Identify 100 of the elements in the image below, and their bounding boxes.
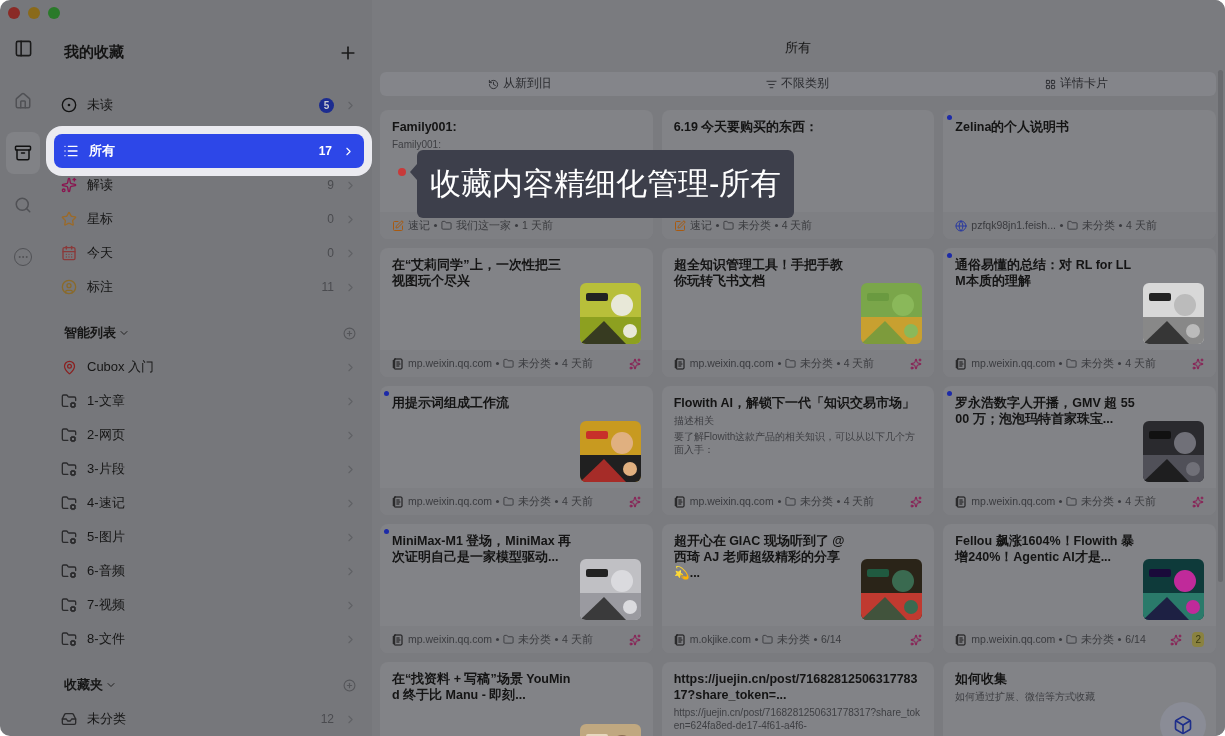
folder-label: 未分类 — [518, 355, 552, 371]
source-label: 速记 — [408, 217, 430, 233]
card-title: 超开心在 GIAC 现场听到了 @ 西琦 AJ 老师超级精彩的分享💫... — [673, 533, 846, 581]
zoom-button[interactable] — [48, 7, 60, 19]
item-card[interactable]: 超开心在 GIAC 现场听到了 @ 西琦 AJ 老师超级精彩的分享💫... m.okjike.com 未分类 6/14 — [661, 524, 935, 653]
item-card[interactable]: MiniMax-M1 登场，MiniMax 再次证明自己是一家模型驱动... mp.weixin.qq.com 未分类 4 天前 — [380, 524, 653, 653]
folder-label: 未分类 — [1081, 493, 1115, 509]
time-label: 4 天前 — [843, 355, 875, 371]
radio-icon — [61, 97, 77, 113]
add-icon[interactable] — [343, 678, 356, 692]
source-label: mp.weixin.qq.com — [408, 355, 493, 371]
card-snippet: Family001: — [392, 138, 442, 151]
star-icon — [61, 211, 77, 227]
sparkle-icon — [61, 177, 77, 193]
item-card[interactable]: 罗永浩数字人开播，GMV 超 5500 万；泡泡玛特首家珠宝... mp.weixin.qq.com 未分类 4 天前 — [943, 386, 1216, 515]
grid-icon — [1045, 78, 1057, 90]
item-label: 所有 — [89, 142, 116, 161]
card-title: 在“艾莉同学”上，一次性把三视图玩个尽兴 — [392, 257, 562, 289]
calendar-icon — [61, 245, 77, 261]
article-icon — [673, 357, 686, 370]
folder-icon — [61, 529, 77, 545]
article-icon — [392, 495, 404, 508]
sidebar-item[interactable]: 8-文件 — [52, 622, 366, 656]
sidebar-item[interactable]: 7-视频 — [52, 588, 366, 622]
archive-icon[interactable] — [6, 132, 40, 174]
note-icon — [673, 219, 686, 232]
card-title: 在“找资料 + 写稿”场景 YouMind 终于比 Manu - 即刻... — [392, 671, 572, 703]
toolbar-button[interactable]: 从新到旧 — [380, 72, 659, 96]
toolbar-button[interactable]: 不限类别 — [658, 72, 938, 96]
folder-label: 未分类 — [518, 493, 552, 509]
sidebar-title: 我的收藏 — [64, 42, 125, 63]
folder-label: 未分类 — [737, 217, 771, 233]
card-title: Flowith AI，解锁下一代「知识交易市场」 — [673, 395, 916, 411]
source-label: mp.weixin.qq.com — [971, 493, 1056, 509]
card-title: 用提示词组成工作流 — [392, 395, 510, 411]
source-label: mp.weixin.qq.com — [689, 493, 774, 509]
article-icon — [955, 633, 968, 646]
card-title: 通俗易懂的总结：对 RL for LLM本质的理解 — [955, 257, 1133, 289]
history-icon — [487, 78, 499, 90]
folder-icon — [784, 358, 796, 369]
highlight-count: 2 — [1192, 632, 1204, 647]
item-label: Cubox 入门 — [87, 358, 156, 377]
item-label: 今天 — [87, 244, 114, 263]
folder-icon — [784, 496, 796, 507]
add-icon[interactable] — [343, 326, 356, 340]
article-icon — [392, 633, 404, 646]
folder-icon — [503, 358, 515, 369]
sidebar-item[interactable]: Cubox 入门 — [52, 350, 366, 384]
item-card[interactable]: 超全知识管理工具！手把手教你玩转飞书文档 mp.weixin.qq.com 未分类 4 天前 — [661, 248, 935, 377]
sidebar-item[interactable]: 未读 5 — [52, 88, 366, 122]
item-label: 标注 — [87, 278, 114, 297]
time-label: 4 天前 — [562, 493, 593, 509]
item-label: 星标 — [87, 210, 114, 229]
article-icon — [955, 495, 968, 508]
globe-icon — [955, 219, 968, 232]
sidebar-item[interactable]: 6-音频 — [52, 554, 366, 588]
sidebar-toggle-icon[interactable] — [13, 39, 33, 58]
list-icon — [63, 143, 79, 159]
article-icon — [673, 633, 686, 646]
item-card[interactable]: Fellou 飙涨1604%！Flowith 暴增240%！Agentic AI才是... mp.weixin.qq.com 未分类 6/14 2 — [943, 524, 1216, 653]
source-label: 速记 — [689, 217, 712, 233]
folder-icon — [61, 393, 77, 409]
time-label: 1 天前 — [522, 217, 553, 233]
card-title: MiniMax-M1 登场，MiniMax 再次证明自己是一家模型驱动... — [392, 533, 572, 565]
item-count: 17 — [318, 143, 332, 160]
minimize-button[interactable] — [28, 7, 40, 19]
time-label: 6/14 — [1125, 631, 1146, 647]
source-label: mp.weixin.qq.com — [408, 493, 493, 509]
folder-label: 未分类 — [776, 631, 810, 647]
source-label: mp.weixin.qq.com — [689, 355, 774, 371]
close-button[interactable] — [8, 7, 20, 19]
folder-icon — [722, 220, 734, 231]
time-label: 4 天前 — [562, 355, 593, 371]
folder-label: 未分类 — [799, 355, 833, 371]
item-label: 未分类 — [87, 710, 127, 729]
source-label: mp.weixin.qq.com — [971, 355, 1056, 371]
item-card[interactable]: Zelina的个人说明书 pzfqk98jn1.feish... 未分类 4 天前 — [943, 110, 1216, 239]
sidebar-item[interactable]: 3-片段 — [52, 452, 366, 486]
time-label: 4 天前 — [1125, 493, 1157, 509]
folder-icon — [1066, 220, 1078, 231]
item-card[interactable]: 在“找资料 + 写稿”场景 YouMind 终于比 Manu - 即刻... — [380, 662, 653, 736]
item-label: 未读 — [87, 96, 114, 115]
sidebar-item[interactable]: 1-文章 — [52, 384, 366, 418]
sidebar-item[interactable]: 5-图片 — [52, 520, 366, 554]
filter-icon — [766, 78, 778, 90]
item-card[interactable]: 用提示词组成工作流 mp.weixin.qq.com 未分类 4 天前 — [380, 386, 653, 515]
item-label: 4-速记 — [87, 494, 126, 513]
inbox-icon — [61, 711, 77, 727]
article-icon — [392, 357, 404, 370]
toolbar-button[interactable]: 详情卡片 — [937, 72, 1216, 96]
item-card[interactable]: https://juejin.cn/post/7168281250631778317?share_token=... https://juejin.cn/post/7168281250631778317?share_token=624fa8ed-de17-4f61-a4f6- — [661, 662, 935, 736]
item-label: 8-文件 — [87, 630, 126, 649]
item-card[interactable]: 在“艾莉同学”上，一次性把三视图玩个尽兴 mp.weixin.qq.com 未分类 4 天前 — [380, 248, 653, 377]
card-title: 6.19 今天要购买的东西： — [673, 119, 820, 135]
sidebar-item[interactable]: 4-速记 — [52, 486, 366, 520]
folder-icon — [1066, 496, 1078, 507]
item-card[interactable]: 通俗易懂的总结：对 RL for LLM本质的理解 mp.weixin.qq.com 未分类 4 天前 — [943, 248, 1216, 377]
pin-icon — [61, 359, 77, 375]
sidebar-item[interactable]: 2-网页 — [52, 418, 366, 452]
folder-label: 未分类 — [1081, 217, 1115, 233]
